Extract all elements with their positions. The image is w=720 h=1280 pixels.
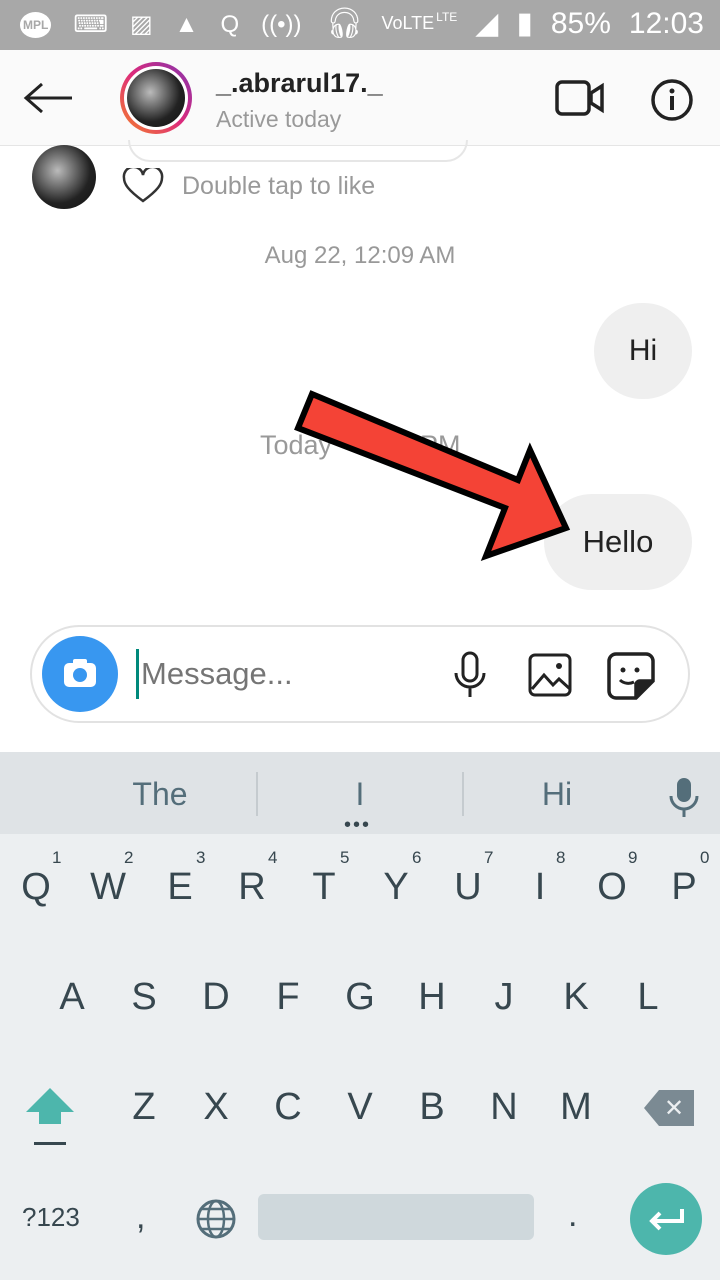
active-status: Active today (216, 106, 342, 132)
chat-header: _.abrarul17._ Active today (0, 50, 720, 146)
heart-icon[interactable] (122, 168, 164, 204)
key[interactable]: D (186, 976, 246, 1019)
suggestion[interactable]: The (60, 776, 260, 813)
key[interactable]: C (258, 1086, 318, 1129)
key-number-hint: 2 (124, 848, 134, 867)
key[interactable]: E (150, 866, 210, 909)
key[interactable]: X (186, 1086, 246, 1129)
key[interactable]: T (294, 866, 354, 909)
key-number-hint: 7 (484, 848, 494, 867)
key-number-hint: 1 (52, 848, 62, 867)
key-number-hint: 4 (268, 848, 278, 867)
enter-key[interactable] (630, 1183, 702, 1255)
timestamp: Aug 22, 12:09 AM (264, 242, 456, 269)
image-icon: ▨ (129, 11, 153, 38)
message-input[interactable] (136, 649, 426, 699)
status-bar: MPL ⌨ ▨ ▲ Q ((•)) 🎧︎ VoLTE LTE ◢ ▮ 85% 1… (0, 0, 720, 50)
key[interactable]: Q (6, 866, 66, 909)
hotspot-icon: ((•)) (261, 10, 302, 38)
signal-icon: ◢ (475, 7, 499, 40)
shift-icon[interactable] (24, 1086, 76, 1148)
key-number-hint: 8 (556, 848, 566, 867)
key[interactable]: K (546, 976, 606, 1019)
key[interactable]: B (402, 1086, 462, 1129)
suggestion[interactable]: I (258, 776, 462, 813)
key-number-hint: 5 (340, 848, 350, 867)
key-number-hint: 9 (628, 848, 638, 867)
microphone-icon[interactable] (452, 651, 488, 701)
avatar[interactable] (120, 62, 192, 134)
key-number-hint: 0 (700, 848, 710, 867)
more-suggestions-dots[interactable]: ••• (344, 814, 371, 837)
key[interactable]: Y (366, 866, 426, 909)
triangle-icon: ▲ (174, 10, 199, 38)
suggestion[interactable]: Hi (464, 776, 650, 813)
key[interactable]: J (474, 976, 534, 1019)
key[interactable]: L (618, 976, 678, 1019)
key[interactable]: G (330, 976, 390, 1019)
key[interactable]: V (330, 1086, 390, 1129)
mpl-logo-icon: MPL (20, 11, 52, 38)
key[interactable]: H (402, 976, 462, 1019)
like-hint: Double tap to like (182, 172, 376, 200)
info-icon[interactable] (650, 78, 694, 122)
message-bubble[interactable]: Hi (594, 303, 692, 399)
headset-icon: 🎧︎ (325, 7, 364, 40)
video-call-icon[interactable] (555, 78, 605, 118)
clock: 12:03 (628, 6, 704, 40)
symbols-key[interactable]: ?123 (22, 1202, 80, 1233)
back-arrow-icon[interactable] (22, 82, 74, 114)
voice-input-icon[interactable] (668, 776, 700, 820)
timestamp-suffix: PM (420, 430, 461, 460)
key[interactable]: S (114, 976, 174, 1019)
key[interactable]: I (510, 866, 570, 909)
sticker-icon[interactable] (606, 651, 656, 701)
key[interactable]: P (654, 866, 714, 909)
keyboard-icon: ⌨ (73, 11, 108, 38)
camera-button[interactable] (42, 636, 118, 712)
username[interactable]: _.abrarul17._ (216, 68, 383, 99)
key[interactable]: U (438, 866, 498, 909)
lte-label: LTE (436, 9, 458, 24)
key[interactable]: N (474, 1086, 534, 1129)
comma-key[interactable]: , (136, 1198, 145, 1237)
key[interactable]: A (42, 976, 102, 1019)
suggestion-strip: The I ••• Hi (0, 752, 720, 837)
timestamp: Today (260, 430, 333, 460)
previous-message-bubble (128, 140, 468, 162)
key[interactable]: F (258, 976, 318, 1019)
key[interactable]: Z (114, 1086, 174, 1129)
message-composer (30, 625, 690, 723)
battery-icon: ▮ (516, 7, 533, 40)
sender-avatar[interactable] (32, 145, 96, 209)
key[interactable]: W (78, 866, 138, 909)
key-number-hint: 6 (412, 848, 422, 867)
app-icon: Q (220, 10, 240, 38)
message-bubble[interactable]: Hello (544, 494, 692, 590)
key[interactable]: R (222, 866, 282, 909)
volte-label: VoLTE (381, 13, 435, 33)
battery-level: 85% (550, 6, 611, 40)
spacebar[interactable] (258, 1194, 534, 1240)
enter-icon (649, 1209, 684, 1231)
gallery-icon[interactable] (528, 653, 574, 699)
key[interactable]: M (546, 1086, 606, 1129)
key-number-hint: 3 (196, 848, 206, 867)
globe-icon[interactable] (195, 1198, 237, 1240)
period-key[interactable]: . (568, 1196, 577, 1235)
key[interactable]: O (582, 866, 642, 909)
camera-icon (64, 659, 96, 687)
